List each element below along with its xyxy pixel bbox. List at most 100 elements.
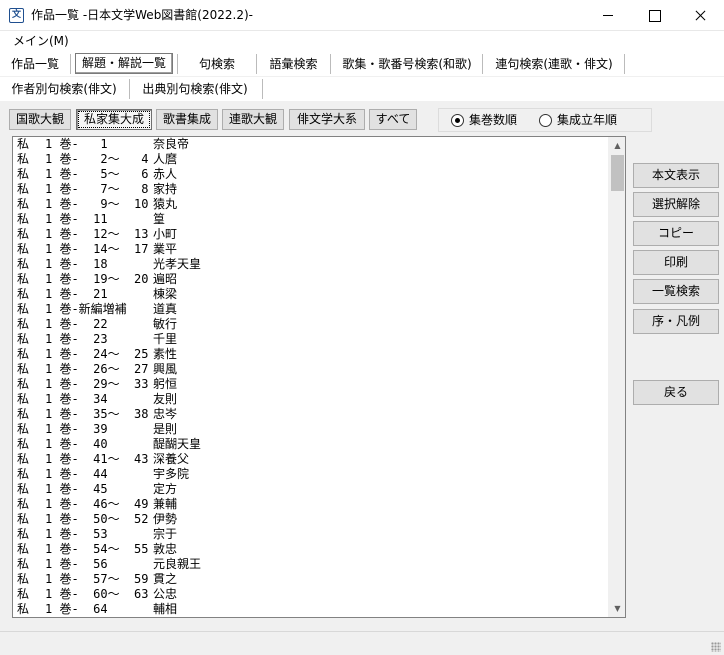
tab-row-2: 作者別句検索(俳文) 出典別句検索(俳文) xyxy=(0,77,724,101)
list-item[interactable]: 私 1 巻- 23 千里 xyxy=(17,332,607,347)
tab-source-search[interactable]: 出典別句検索(俳文) xyxy=(134,77,256,101)
list-item[interactable]: 私 1 巻- 44 宇多院 xyxy=(17,467,607,482)
sort-by-year-label: 集成立年順 xyxy=(557,113,618,127)
resize-grip-icon[interactable] xyxy=(711,642,721,652)
list-item-volume: 1 巻- 11 xyxy=(45,212,108,226)
list-item-collection: 私 xyxy=(17,167,30,181)
list-item[interactable]: 私 1 巻- 39 是則 xyxy=(17,422,607,437)
list-item-author: 千里 xyxy=(153,332,178,346)
list-item-collection: 私 xyxy=(17,512,30,526)
book-app-icon: 文 xyxy=(9,8,24,23)
list-item[interactable]: 私 1 巻- 29～ 33 躬恒 xyxy=(17,377,607,392)
clear-selection-button[interactable]: 選択解除 xyxy=(633,192,719,217)
list-item[interactable]: 私 1 巻- 11 篁 xyxy=(17,212,607,227)
show-text-button[interactable]: 本文表示 xyxy=(633,163,719,188)
back-button[interactable]: 戻る xyxy=(633,380,719,405)
list-item[interactable]: 私 1 巻- 53 宗于 xyxy=(17,527,607,542)
title-bar: 文 作品一覧 -日本文学Web図書館(2022.2)- xyxy=(0,0,724,31)
tab-works-list[interactable]: 作品一覧 xyxy=(4,52,66,76)
list-item[interactable]: 私 1 巻- 50～ 52 伊勢 xyxy=(17,512,607,527)
works-listbox[interactable]: 私1 巻- 1 奈良帝私 1 巻- 2～ 4 人麿私 1 巻- 5～ 6 赤人私 1 巻- … xyxy=(12,136,626,618)
list-item-author: 貫之 xyxy=(153,572,178,586)
list-item-collection: 私 xyxy=(17,182,30,196)
list-item-volume: 1 巻- 2～ 4 xyxy=(45,152,149,166)
list-item[interactable]: 私 1 巻- 54～ 55 敦忠 xyxy=(17,542,607,557)
all-button[interactable]: すべて xyxy=(369,109,417,130)
list-item-author: 定方 xyxy=(153,482,178,496)
list-item[interactable]: 私 1 巻- 35～ 38 忠岑 xyxy=(17,407,607,422)
sort-by-volume-radio[interactable]: 集巻数順 xyxy=(451,112,531,128)
list-item[interactable]: 私 1 巻- 7～ 8 家持 xyxy=(17,182,607,197)
list-item-volume: 1 巻- 24～ 25 xyxy=(45,347,149,361)
list-item[interactable]: 私 1 巻- 26～ 27 興風 xyxy=(17,362,607,377)
tab-verse-search[interactable]: 句検索 xyxy=(182,52,252,76)
tab-commentary-list[interactable]: 解題・解説一覧 xyxy=(75,53,173,74)
list-item[interactable]: 私 1 巻- 1 奈良帝 xyxy=(17,137,607,152)
list-item[interactable]: 私 1 巻- 60～ 63 公忠 xyxy=(17,587,607,602)
list-item-author: 輔相 xyxy=(153,602,178,616)
list-item-author: 兼輔 xyxy=(153,497,178,511)
list-item-volume: 1 巻- 29～ 33 xyxy=(45,377,149,391)
list-item[interactable]: 私 1 巻- 9～ 10 猿丸 xyxy=(17,197,607,212)
list-item[interactable]: 私 1 巻- 19～ 20 遍昭 xyxy=(17,272,607,287)
print-button[interactable]: 印刷 xyxy=(633,250,719,275)
list-item[interactable]: 私 1 巻- 22 敏行 xyxy=(17,317,607,332)
maximize-icon[interactable] xyxy=(631,0,677,31)
list-item-volume: 1 巻- 9～ 10 xyxy=(45,197,149,211)
tab-separator xyxy=(256,54,257,74)
sort-by-year-radio[interactable]: 集成立年順 xyxy=(539,112,635,128)
list-search-button[interactable]: 一覧検索 xyxy=(633,279,719,304)
tab-renku-search[interactable]: 連句検索(連歌・俳文) xyxy=(488,52,620,76)
shikashu-taisei-button[interactable]: 私家集大成 xyxy=(76,109,152,130)
list-item-volume: 1 巻- 41～ 43 xyxy=(45,452,149,466)
list-item[interactable]: 私 1 巻- 21 棟梁 xyxy=(17,287,607,302)
list-item[interactable]: 私 1 巻- 41～ 43 深養父 xyxy=(17,452,607,467)
list-item[interactable]: 私 1 巻- 64 輔相 xyxy=(17,602,607,617)
preface-button[interactable]: 序・凡例 xyxy=(633,309,719,334)
list-item[interactable]: 私 1 巻- 2～ 4 人麿 xyxy=(17,152,607,167)
list-item[interactable]: 私 1 巻- 12～ 13 小町 xyxy=(17,227,607,242)
list-item[interactable]: 私 1 巻- 46～ 49 兼輔 xyxy=(17,497,607,512)
list-item[interactable]: 私 1 巻- 5～ 6 赤人 xyxy=(17,167,607,182)
tab-vocabulary-search[interactable]: 語彙検索 xyxy=(261,52,326,76)
tab-waka-search[interactable]: 歌集・歌番号検索(和歌) xyxy=(336,52,478,76)
tab-author-search[interactable]: 作者別句検索(俳文) xyxy=(4,77,124,101)
kokka-taikan-button[interactable]: 国歌大観 xyxy=(9,109,71,130)
tab-separator xyxy=(70,54,71,74)
list-item-collection: 私 xyxy=(17,137,30,151)
kasho-shusei-button[interactable]: 歌書集成 xyxy=(156,109,218,130)
vertical-scrollbar[interactable]: ▲ ▼ xyxy=(608,137,625,617)
list-item-volume: 1 巻- 57～ 59 xyxy=(45,572,149,586)
list-item-volume: 1 巻- 1 xyxy=(45,137,108,151)
list-item-collection: 私 xyxy=(17,467,30,481)
close-icon[interactable] xyxy=(677,0,723,31)
works-list: 私1 巻- 1 奈良帝私 1 巻- 2～ 4 人麿私 1 巻- 5～ 6 赤人私 1 巻- … xyxy=(17,137,607,617)
list-item-volume: 1 巻- 18 xyxy=(45,257,108,271)
list-item[interactable]: 私 1 巻- 56 元良親王 xyxy=(17,557,607,572)
scroll-down-icon[interactable]: ▼ xyxy=(609,600,625,617)
list-item-author: 光孝天皇 xyxy=(153,257,202,271)
list-item-author: 奈良帝 xyxy=(153,137,190,151)
list-item[interactable]: 私 1 巻- 57～ 59 貫之 xyxy=(17,572,607,587)
list-item-author: 棟梁 xyxy=(153,287,178,301)
menu-main[interactable]: メイン(M) xyxy=(13,34,69,49)
list-item[interactable]: 私 1 巻-新編増補 道真 xyxy=(17,302,607,317)
copy-button[interactable]: コピー xyxy=(633,221,719,246)
radio-unselected-icon xyxy=(539,114,552,127)
list-item-collection: 私 xyxy=(17,452,30,466)
list-item[interactable]: 私 1 巻- 24～ 25 素性 xyxy=(17,347,607,362)
list-item-collection: 私 xyxy=(17,227,30,241)
list-item[interactable]: 私 1 巻- 18 光孝天皇 xyxy=(17,257,607,272)
sort-order-group: 集巻数順 集成立年順 xyxy=(438,108,652,132)
list-item-collection: 私 xyxy=(17,527,30,541)
scroll-thumb[interactable] xyxy=(611,155,624,191)
list-item-author: 素性 xyxy=(153,347,178,361)
scroll-up-icon[interactable]: ▲ xyxy=(609,137,625,154)
renga-taikan-button[interactable]: 連歌大観 xyxy=(222,109,284,130)
list-item[interactable]: 私 1 巻- 45 定方 xyxy=(17,482,607,497)
list-item[interactable]: 私 1 巻- 40 醍醐天皇 xyxy=(17,437,607,452)
minimize-icon[interactable] xyxy=(585,0,631,31)
list-item[interactable]: 私 1 巻- 14～ 17 業平 xyxy=(17,242,607,257)
haibungaku-taikei-button[interactable]: 俳文学大系 xyxy=(289,109,365,130)
list-item[interactable]: 私 1 巻- 34 友則 xyxy=(17,392,607,407)
